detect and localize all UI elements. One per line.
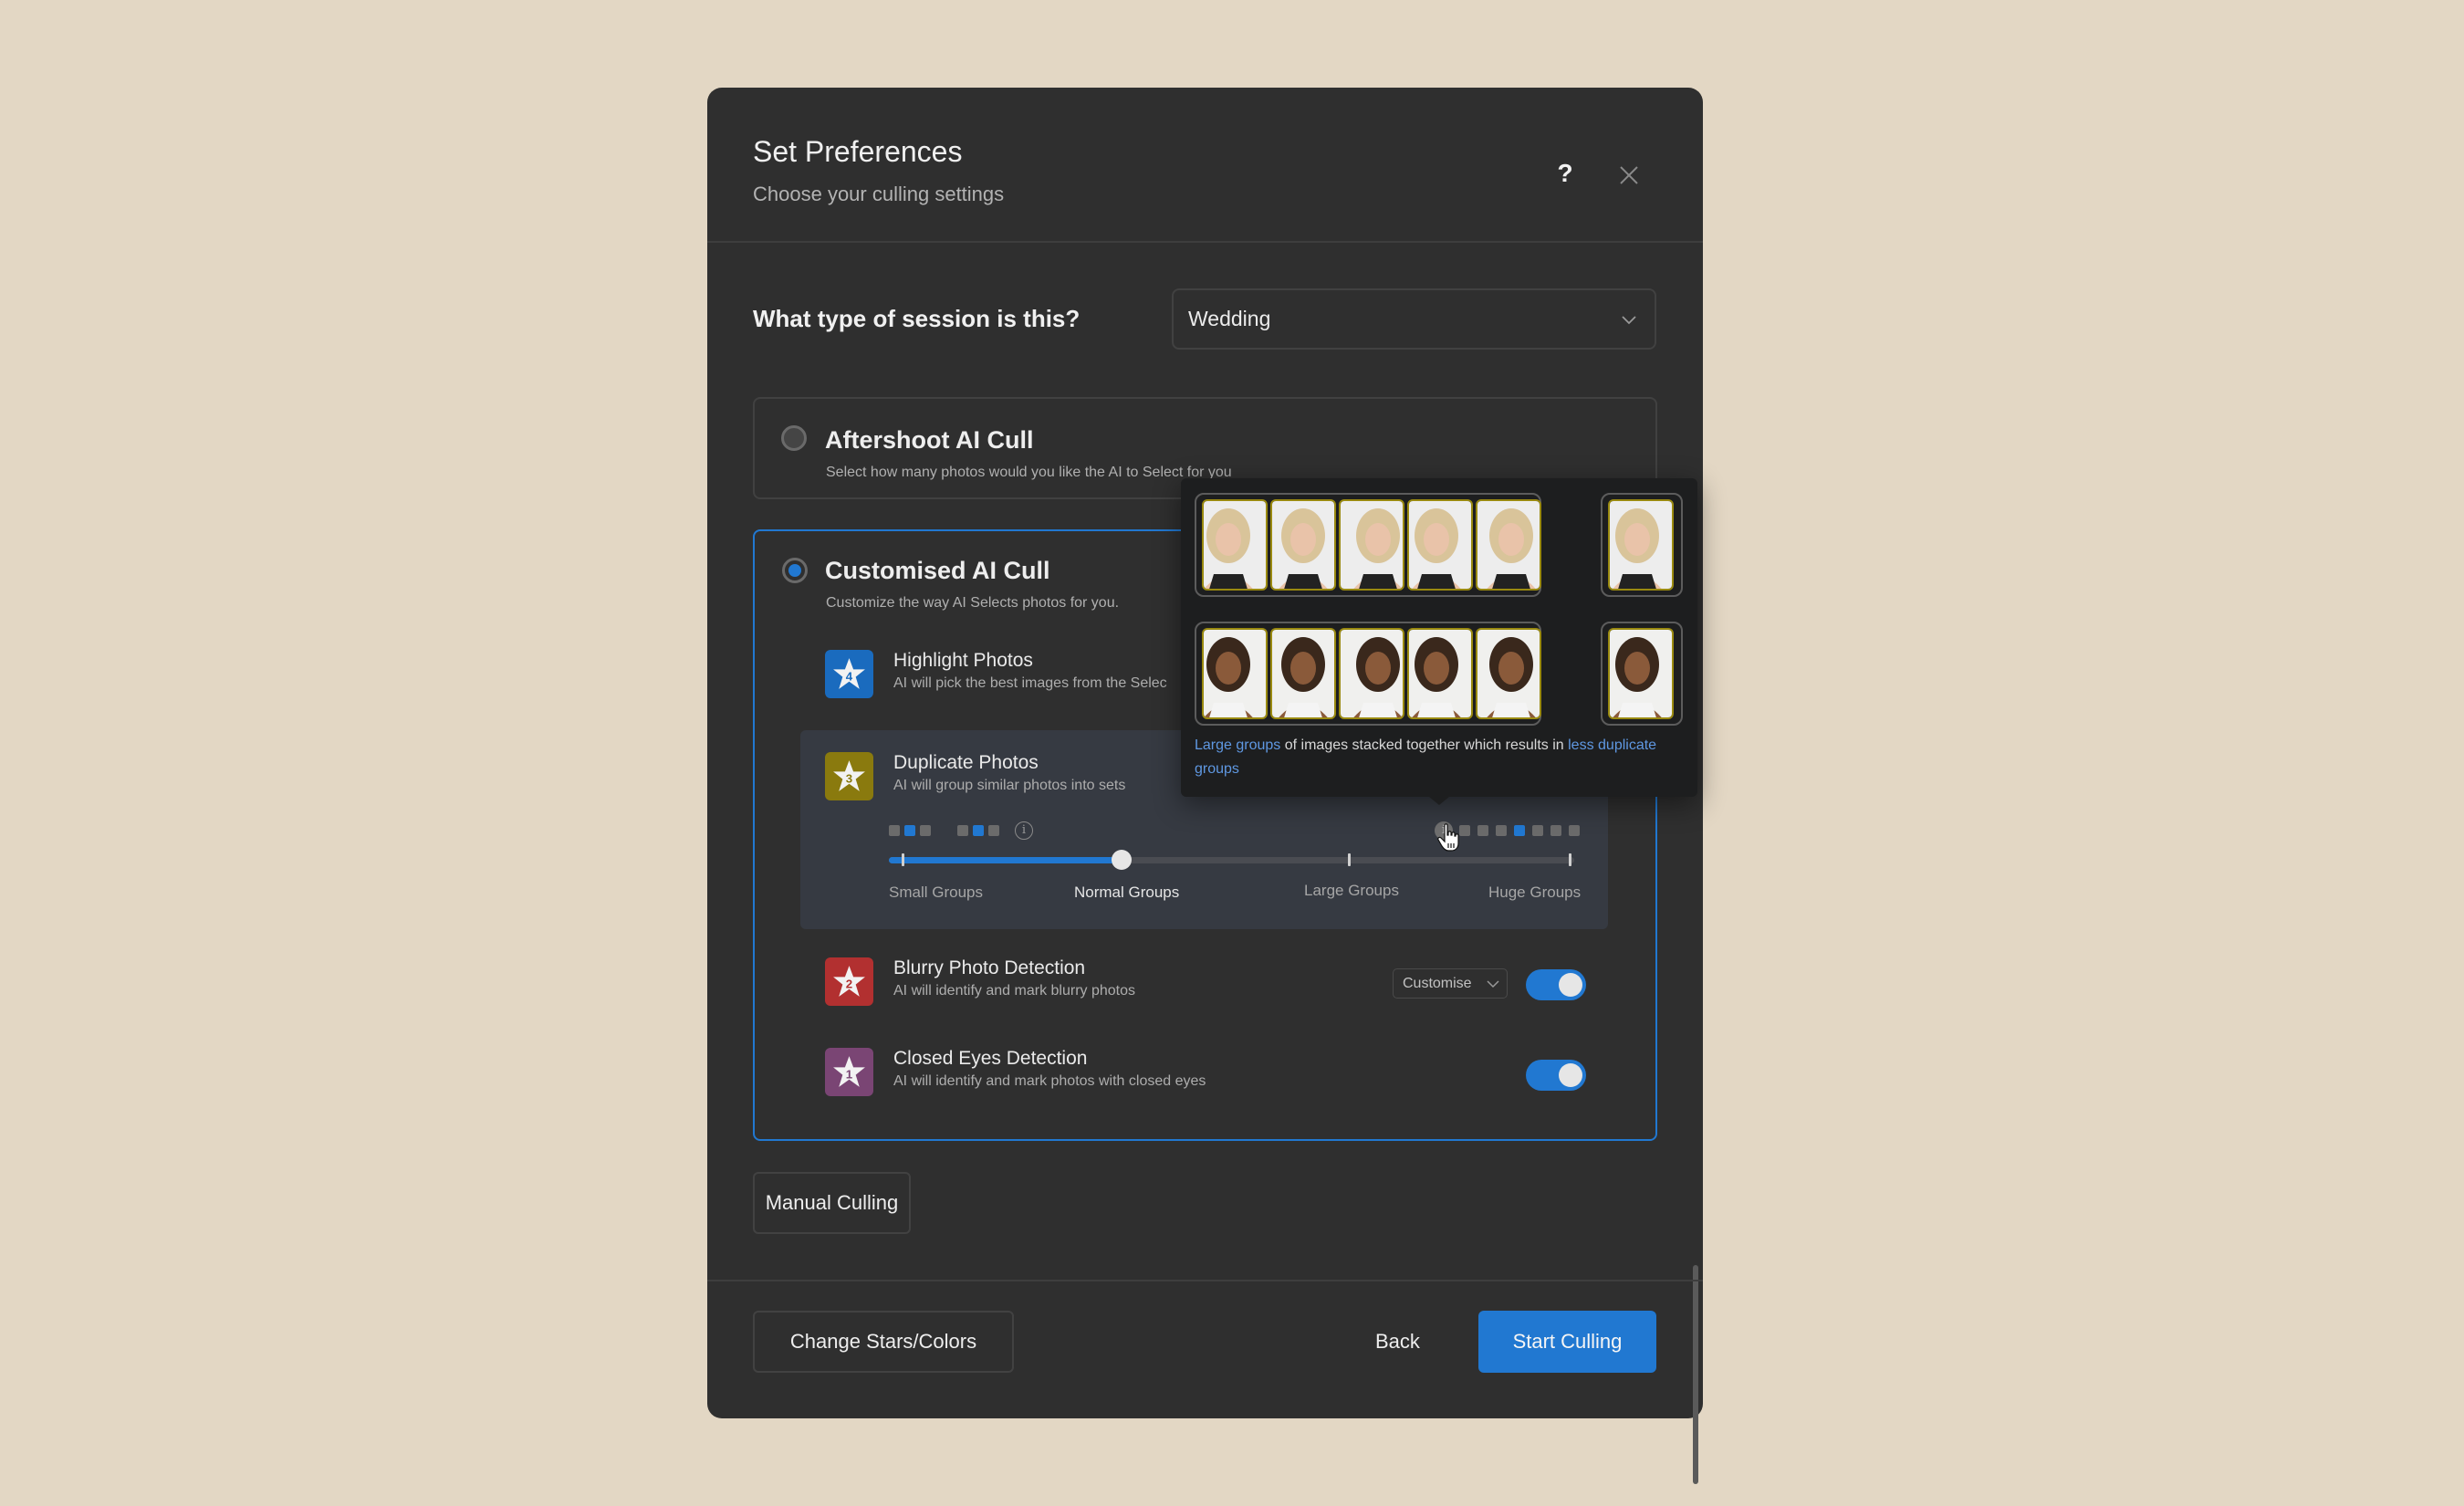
customise-dropdown[interactable]: Customise <box>1393 968 1508 999</box>
svg-text:1: 1 <box>846 1068 853 1082</box>
customised-radio[interactable] <box>782 558 808 583</box>
hand-pointer-cursor-icon <box>1437 823 1459 852</box>
single-photo-group <box>1601 622 1683 726</box>
feature-title: Closed Eyes Detection <box>893 1048 1088 1069</box>
dialog-title: Set Preferences <box>753 135 963 168</box>
slider-tick <box>1348 853 1351 866</box>
legend-square <box>1514 825 1525 836</box>
photo-thumbnail <box>1270 499 1336 591</box>
photo-thumbnail <box>1407 499 1473 591</box>
star-2-badge: 2 <box>825 957 873 1006</box>
close-x-icon <box>1620 166 1638 184</box>
legend-square <box>1477 825 1488 836</box>
photo-thumbnail <box>1270 628 1336 719</box>
photo-thumbnail <box>1202 628 1268 719</box>
single-photo-group <box>1601 493 1683 597</box>
chevron-down-icon <box>1622 316 1636 325</box>
manual-culling-button[interactable]: Manual Culling <box>753 1172 911 1234</box>
photo-group-stack <box>1195 622 1541 726</box>
group-size-slider[interactable] <box>889 850 1574 870</box>
slider-label-normal[interactable]: Normal Groups <box>1074 884 1179 902</box>
feature-title: Highlight Photos <box>893 650 1033 671</box>
aftershoot-description: Select how many photos would you like th… <box>826 465 1232 480</box>
customised-title: Customised AI Cull <box>825 557 1050 584</box>
customise-label: Customise <box>1403 976 1472 991</box>
slider-fill <box>889 857 1122 863</box>
slider-tick <box>1569 853 1571 866</box>
dialog-subtitle: Choose your culling settings <box>753 183 1005 205</box>
photo-thumbnail <box>1407 628 1473 719</box>
star-icon: 4 <box>833 658 865 689</box>
aftershoot-radio[interactable] <box>781 425 807 451</box>
photo-group-stack <box>1195 493 1541 597</box>
star-icon: 3 <box>833 760 865 791</box>
aftershoot-title: Aftershoot AI Cull <box>825 426 1034 454</box>
photo-thumbnail <box>1202 499 1268 591</box>
photo-thumbnail <box>1339 628 1404 719</box>
close-button[interactable] <box>1613 159 1645 192</box>
feature-description: AI will identify and mark blurry photos <box>893 983 1135 999</box>
legend-square <box>957 825 968 836</box>
session-type-label: What type of session is this? <box>753 305 1081 332</box>
tooltip-highlight-large-groups: Large groups <box>1195 737 1281 753</box>
legend-square <box>1569 825 1580 836</box>
star-4-badge: 4 <box>825 650 873 698</box>
info-icon[interactable]: i <box>1015 821 1033 840</box>
svg-text:2: 2 <box>846 978 852 991</box>
scrollbar[interactable] <box>1693 1265 1698 1484</box>
legend-square <box>904 825 915 836</box>
feature-description: AI will group similar photos into sets <box>893 778 1126 793</box>
chevron-down-icon <box>1487 980 1499 988</box>
star-icon: 1 <box>833 1056 865 1087</box>
help-button[interactable]: ? <box>1550 159 1580 192</box>
footer-divider <box>707 1280 1703 1281</box>
feature-title: Duplicate Photos <box>893 752 1039 773</box>
start-culling-button[interactable]: Start Culling <box>1478 1311 1656 1373</box>
photo-thumbnail <box>1608 499 1674 591</box>
svg-text:4: 4 <box>846 670 853 684</box>
slider-label-small[interactable]: Small Groups <box>889 884 983 902</box>
svg-text:3: 3 <box>846 772 852 786</box>
photo-thumbnail <box>1476 628 1541 719</box>
star-3-badge: 3 <box>825 752 873 800</box>
session-type-select[interactable]: Wedding <box>1172 288 1656 350</box>
group-size-tooltip: Large groups of images stacked together … <box>1181 478 1697 797</box>
legend-square <box>920 825 931 836</box>
feature-description: AI will identify and mark photos with cl… <box>893 1073 1206 1089</box>
star-1-badge: 1 <box>825 1048 873 1096</box>
customised-description: Customize the way AI Selects photos for … <box>826 595 1120 611</box>
legend-square <box>973 825 984 836</box>
legend-square <box>1496 825 1507 836</box>
photo-thumbnail <box>1339 499 1404 591</box>
legend-square <box>988 825 999 836</box>
tooltip-text: Large groups of images stacked together … <box>1195 734 1669 781</box>
header-divider <box>707 241 1703 243</box>
photo-thumbnail <box>1608 628 1674 719</box>
slider-label-huge[interactable]: Huge Groups <box>1488 884 1581 902</box>
tooltip-body: of images stacked together which results… <box>1280 737 1569 753</box>
slider-tick <box>902 853 904 866</box>
change-stars-colors-button[interactable]: Change Stars/Colors <box>753 1311 1014 1373</box>
closed-eyes-toggle[interactable] <box>1526 1060 1586 1091</box>
photo-thumbnail <box>1476 499 1541 591</box>
session-type-value: Wedding <box>1188 307 1271 330</box>
slider-label-large[interactable]: Large Groups <box>1304 882 1399 900</box>
feature-description: AI will pick the best images from the Se… <box>893 675 1167 691</box>
slider-thumb[interactable] <box>1112 850 1133 870</box>
feature-title: Blurry Photo Detection <box>893 957 1086 978</box>
legend-square <box>1532 825 1543 836</box>
tooltip-caret <box>1429 797 1449 805</box>
question-mark-icon: ? <box>1557 159 1573 187</box>
legend-square <box>889 825 900 836</box>
back-button[interactable]: Back <box>1375 1330 1420 1354</box>
blurry-detection-toggle[interactable] <box>1526 969 1586 1000</box>
legend-square <box>1550 825 1561 836</box>
star-icon: 2 <box>833 966 865 997</box>
